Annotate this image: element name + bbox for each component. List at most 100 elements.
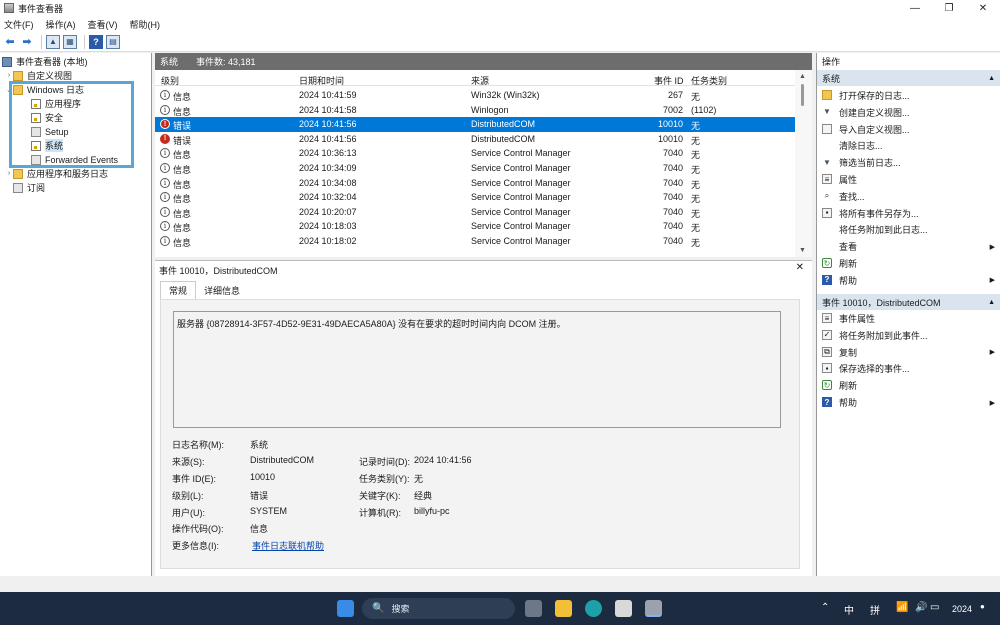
ime-indicator[interactable]: 中 (844, 602, 854, 617)
action-item[interactable]: ≡事件属性 (817, 311, 1000, 326)
menu-action[interactable]: 操作(A) (46, 18, 76, 31)
action-item[interactable]: ▪将所有事件另存为... (817, 206, 1000, 221)
action-item[interactable]: 导入自定义视图... (817, 122, 1000, 137)
edge-browser-icon[interactable] (585, 600, 602, 617)
toolbar-separator (84, 35, 85, 49)
menu-file[interactable]: 文件(F) (4, 18, 34, 31)
show-hide-action-pane-icon[interactable]: ▤ (106, 35, 120, 49)
column-event-id[interactable]: 事件 ID (654, 74, 684, 87)
table-row[interactable]: i信息2024 10:34:08Service Control Manager7… (155, 176, 795, 191)
expand-arrow-icon[interactable]: › (5, 72, 13, 79)
online-help-link[interactable]: 事件日志联机帮助 (252, 539, 324, 552)
value-task: 无 (414, 472, 423, 485)
column-source[interactable]: 来源 (471, 74, 489, 87)
action-item[interactable]: 打开保存的日志... (817, 88, 1000, 103)
action-item[interactable]: ▼筛选当前日志... (817, 155, 1000, 170)
menu-view[interactable]: 查看(V) (88, 18, 118, 31)
close-icon[interactable]: ✕ (796, 262, 804, 273)
action-item[interactable]: ≡属性 (817, 172, 1000, 187)
action-item[interactable]: ▼创建自定义视图... (817, 105, 1000, 120)
show-hide-tree-icon[interactable]: ▦ (63, 35, 77, 49)
action-label: 将任务附加到此事件... (839, 329, 928, 342)
action-item[interactable]: ↻刷新 (817, 256, 1000, 271)
action-item[interactable]: ⌕查找... (817, 189, 1000, 204)
scroll-down-icon[interactable]: ▼ (799, 247, 806, 254)
action-item[interactable]: ✓将任务附加到此事件... (817, 328, 1000, 343)
wifi-icon[interactable]: 📶 (896, 602, 908, 613)
cell-task: 无 (691, 90, 700, 103)
info-icon: i (160, 163, 170, 173)
task-view-icon[interactable] (525, 600, 542, 617)
info-icon: i (160, 236, 170, 246)
label-user: 用户(U): (172, 506, 205, 519)
column-level[interactable]: 级别 (161, 74, 179, 87)
pinyin-indicator[interactable]: 拼 (870, 602, 880, 617)
actions-title: 操作 (817, 53, 1000, 70)
cell-level: 错误 (173, 119, 191, 132)
action-item[interactable]: ?帮助▶ (817, 395, 1000, 410)
table-row[interactable]: i信息2024 10:20:07Service Control Manager7… (155, 205, 795, 220)
maximize-button[interactable]: ❐ (932, 0, 966, 16)
table-row[interactable]: i信息2024 10:34:09Service Control Manager7… (155, 161, 795, 176)
blank-icon (822, 224, 832, 234)
table-row[interactable]: i信息2024 10:36:13Service Control Manager7… (155, 146, 795, 161)
forward-arrow-icon[interactable]: ➡ (20, 35, 34, 49)
table-row[interactable]: i信息2024 10:18:02Service Control Manager7… (155, 234, 795, 249)
column-task[interactable]: 任务类别 (691, 74, 727, 87)
file-explorer-icon[interactable] (555, 600, 572, 617)
scroll-thumb[interactable] (801, 84, 804, 106)
table-row[interactable]: i信息2024 10:32:04Service Control Manager7… (155, 190, 795, 205)
label-opcode: 操作代码(O): (172, 522, 224, 535)
clock-year[interactable]: 2024 (952, 604, 972, 614)
scroll-up-icon[interactable]: ▲ (799, 73, 806, 80)
blank-icon (822, 140, 832, 150)
event-list-scrollbar[interactable]: ▲ ▼ (795, 70, 812, 257)
actions-section-event[interactable]: 事件 10010，DistributedCOM ▲ (817, 294, 1000, 310)
battery-icon[interactable]: ▭ (930, 602, 939, 613)
store-icon[interactable] (615, 600, 632, 617)
tab-general[interactable]: 常规 (160, 281, 196, 299)
table-row[interactable]: i信息2024 10:18:03Service Control Manager7… (155, 219, 795, 234)
column-datetime[interactable]: 日期和时间 (299, 74, 344, 87)
tree-item-root[interactable]: 事件查看器 (本地) (2, 55, 88, 68)
action-item[interactable]: 查看▶ (817, 239, 1000, 254)
menu-help[interactable]: 帮助(H) (130, 18, 161, 31)
action-item[interactable]: ▪保存选择的事件... (817, 361, 1000, 376)
table-row[interactable]: i信息2024 10:41:58Winlogon7002(1102) (155, 103, 795, 118)
expand-arrow-icon[interactable]: › (5, 170, 13, 177)
cell-datetime: 2024 10:34:08 (299, 178, 357, 188)
actions-section-system[interactable]: 系统 ▲ (817, 70, 1000, 86)
action-label: 打开保存的日志... (839, 89, 910, 102)
action-item[interactable]: ⧉复制▶ (817, 345, 1000, 360)
up-folder-icon[interactable]: ▲ (46, 35, 60, 49)
tray-chevron-icon[interactable]: ⌃ (821, 602, 829, 613)
subscription-icon (13, 183, 23, 193)
notification-icon[interactable]: ● (980, 602, 985, 611)
action-item[interactable]: ?帮助▶ (817, 273, 1000, 288)
action-item[interactable]: ↻刷新 (817, 378, 1000, 393)
close-window-button[interactable]: ✕ (966, 0, 1000, 16)
help-icon[interactable]: ? (89, 35, 103, 49)
action-item[interactable]: 将任务附加到此日志... (817, 222, 1000, 237)
table-row[interactable]: i信息2024 10:41:59Win32k (Win32k)267无 (155, 88, 795, 103)
table-row[interactable]: !错误2024 10:41:56DistributedCOM10010无 (155, 132, 795, 147)
cell-source: Service Control Manager (471, 148, 571, 158)
taskbar-search[interactable]: 🔍 搜索 (362, 598, 515, 619)
event-viewer-taskbar-icon[interactable] (645, 600, 662, 617)
back-arrow-icon[interactable]: ⬅ (3, 35, 17, 49)
table-row[interactable]: !错误2024 10:41:56DistributedCOM10010无 (155, 117, 795, 132)
cell-event-id: 7040 (623, 221, 683, 231)
collapse-arrow-icon[interactable]: ▲ (988, 299, 995, 306)
cell-event-id: 7040 (623, 192, 683, 202)
general-tab-body: 服务器 {08728914-3F57-4D52-9E31-49DAECA5A80… (160, 299, 800, 569)
windows-start-icon[interactable] (337, 600, 354, 617)
volume-icon[interactable]: 🔊 (915, 602, 927, 613)
cell-task: 无 (691, 119, 700, 132)
filter-icon: ▼ (822, 157, 832, 167)
minimize-button[interactable]: — (898, 0, 932, 16)
action-item[interactable]: 清除日志... (817, 138, 1000, 153)
tree-item-app-services-logs[interactable]: › 应用程序和服务日志 (5, 167, 108, 180)
tree-item-subscriptions[interactable]: 订阅 (13, 181, 45, 194)
collapse-arrow-icon[interactable]: ▲ (988, 75, 995, 82)
tab-details[interactable]: 详细信息 (196, 281, 248, 299)
